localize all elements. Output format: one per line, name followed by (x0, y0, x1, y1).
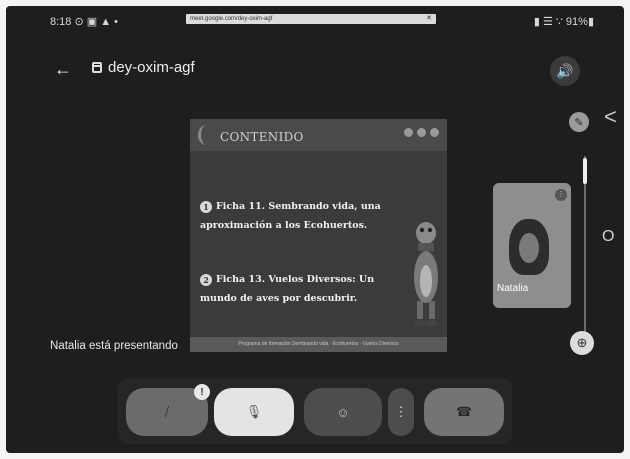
alert-badge: ! (194, 384, 210, 400)
camera-off-icon: ⧸ (164, 404, 170, 419)
item-number: 1 (200, 200, 212, 213)
home-icon[interactable]: O (602, 228, 614, 246)
mic-toggle-button[interactable]: 🎙 (214, 388, 294, 436)
slide-item: 2 Ficha 13. Vuelos Diversos: Un mundo de … (200, 270, 405, 308)
url-text: meet.google.com/dey-oxim-agf (190, 16, 273, 22)
chevron-left-icon[interactable]: < (604, 104, 617, 130)
speaker-button[interactable]: 🔊 (550, 56, 580, 86)
calendar-icon (92, 62, 102, 73)
back-arrow-icon[interactable]: ← (54, 60, 72, 78)
item-number: 2 (200, 273, 212, 286)
end-call-button[interactable]: ☎ (424, 388, 504, 436)
self-view-avatar[interactable]: ✎ (569, 112, 589, 132)
slide-icon-3 (430, 128, 439, 137)
slide-icon-2 (417, 128, 426, 137)
emoji-icon: ☺ (336, 404, 350, 420)
pin-icon[interactable]: ⊕ (570, 331, 594, 355)
shared-presentation: CONTENIDO 1 Ficha 11. Sembrando vida, una… (190, 119, 447, 352)
slide-header-icons (404, 128, 439, 137)
side-scroll-thumb[interactable] (583, 158, 587, 184)
speaker-icon: 🔊 (556, 62, 574, 79)
mascot-illustration (414, 222, 438, 326)
mic-off-icon: 🎙 (245, 404, 263, 419)
item-text: Ficha 13. Vuelos Diversos: Un mundo de a… (200, 274, 375, 304)
participant-video (509, 219, 549, 275)
end-call-icon: ☎ (455, 404, 473, 419)
slide-footer: Programa de formación Sembrando vida · E… (190, 337, 447, 352)
more-options-icon[interactable]: ⋮ (555, 189, 567, 201)
participant-tile[interactable]: ⋮ Natalia (493, 183, 571, 308)
status-indicators: ▮ ☰ ∵ 91%▮ (533, 16, 594, 28)
participant-name: Natalia (497, 283, 529, 294)
slide-item: 1 Ficha 11. Sembrando vida, una aproximac… (200, 197, 405, 235)
meeting-code-label: dey-oxim-agf (108, 59, 195, 76)
more-options-button[interactable]: ⋮ (388, 388, 414, 436)
meeting-code[interactable]: dey-oxim-agf (92, 59, 195, 76)
browser-url-bar[interactable]: meet.google.com/dey-oxim-agf ✕ (186, 14, 436, 24)
close-icon[interactable]: ✕ (426, 14, 432, 24)
reactions-button[interactable]: ☺ (304, 388, 382, 436)
item-text: Ficha 11. Sembrando vida, una aproximaci… (200, 201, 381, 231)
slide-title: CONTENIDO (220, 130, 304, 144)
meet-screen: 8:18 ⊙ ▣ ▲ • ▮ ☰ ∵ 91%▮ meet.google.com/… (6, 6, 624, 453)
more-vert-icon: ⋮ (394, 404, 408, 419)
slide-icon-1 (404, 128, 413, 137)
leaf-icon (198, 125, 215, 145)
slide-header: CONTENIDO (190, 119, 447, 151)
presenting-status: Natalia está presentando (50, 340, 178, 352)
status-time: 8:18 ⊙ ▣ ▲ • (50, 16, 119, 28)
